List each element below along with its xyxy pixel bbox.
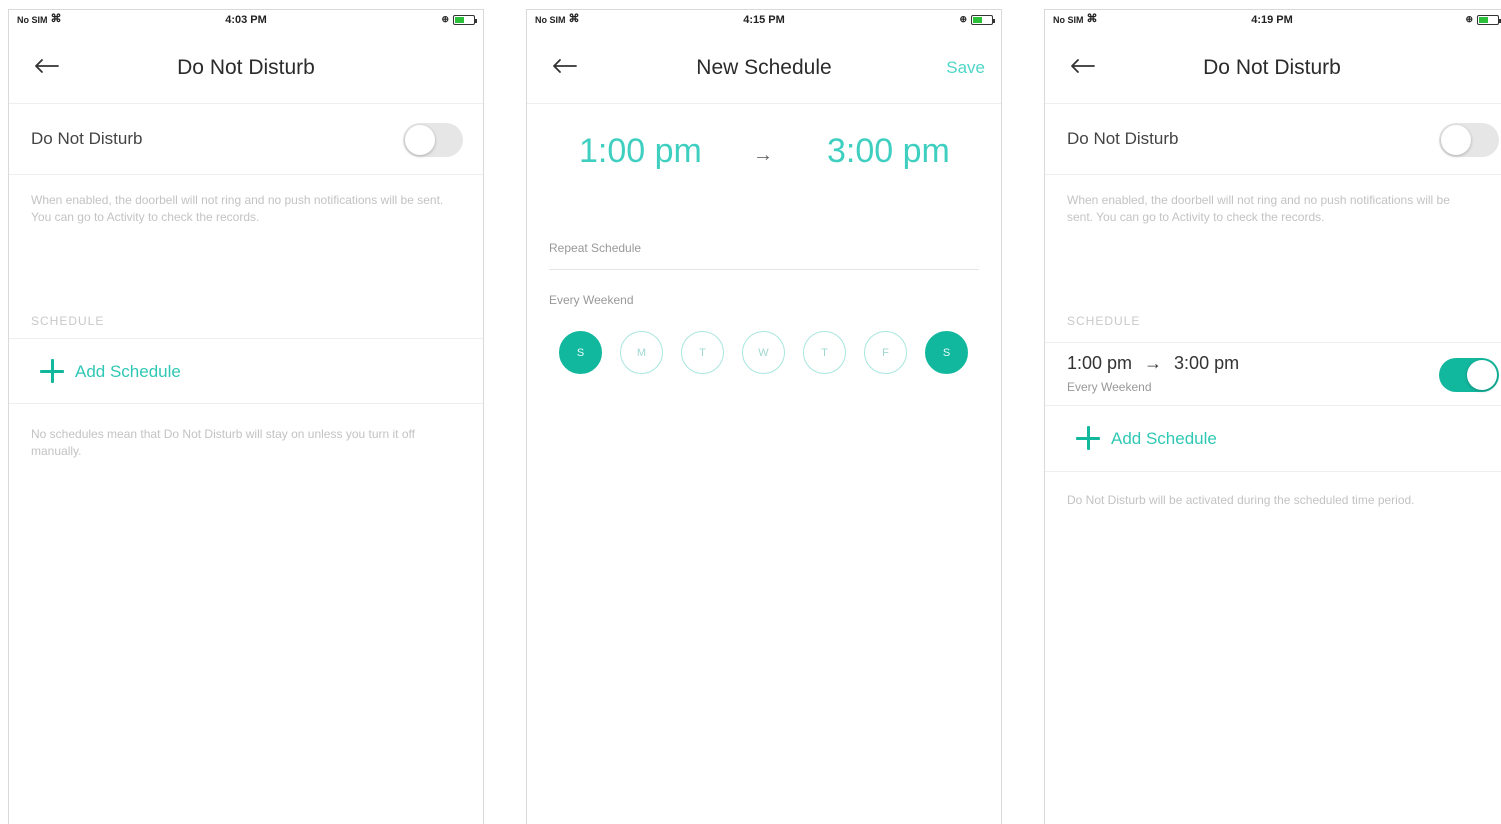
- status-bar: No SIM ⌘ 4:19 PM ⊕: [1045, 10, 1501, 32]
- dnd-description: When enabled, the doorbell will not ring…: [1067, 193, 1450, 224]
- day-saturday[interactable]: S: [925, 331, 968, 374]
- schedule-toggle[interactable]: [1439, 358, 1499, 392]
- add-schedule-label: Add Schedule: [1111, 429, 1217, 448]
- location-icon: ⊕: [959, 14, 967, 24]
- page-title: Do Not Disturb: [1203, 56, 1341, 79]
- schedule-start-time: 1:00 pm: [1067, 353, 1133, 373]
- schedule-footer-note: Do Not Disturb will be activated during …: [1067, 493, 1415, 507]
- dnd-row: Do Not Disturb: [9, 105, 483, 175]
- status-time: 4:19 PM: [1251, 14, 1293, 26]
- location-icon: ⊕: [1465, 14, 1473, 24]
- save-button[interactable]: Save: [946, 58, 985, 78]
- nav-bar: Do Not Disturb: [9, 32, 483, 104]
- divider: [549, 269, 979, 270]
- plus-icon: [39, 358, 65, 384]
- schedule-footer-note: No schedules mean that Do Not Disturb wi…: [31, 427, 415, 458]
- status-time: 4:03 PM: [225, 14, 267, 26]
- schedule-end-time: 3:00 pm: [1174, 353, 1240, 373]
- screen-do-not-disturb-empty: No SIM ⌘ 4:03 PM ⊕ Do Not Disturb Do Not…: [8, 9, 484, 824]
- arrow-right-icon: →: [1144, 353, 1163, 373]
- day-wednesday[interactable]: W: [742, 331, 785, 374]
- page-title: Do Not Disturb: [177, 56, 315, 79]
- repeat-schedule-label: Repeat Schedule: [549, 241, 642, 255]
- screen-do-not-disturb-scheduled: No SIM ⌘ 4:19 PM ⊕ Do Not Disturb Do Not…: [1044, 9, 1501, 824]
- add-schedule-button[interactable]: Add Schedule: [1045, 406, 1501, 472]
- dnd-toggle[interactable]: [403, 123, 463, 157]
- start-time[interactable]: 1:00 pm: [579, 132, 702, 171]
- battery-icon: [971, 14, 995, 25]
- dnd-row: Do Not Disturb: [1045, 105, 1501, 175]
- day-friday[interactable]: F: [864, 331, 907, 374]
- day-tuesday[interactable]: T: [681, 331, 724, 374]
- dnd-toggle[interactable]: [1439, 123, 1499, 157]
- dnd-label: Do Not Disturb: [31, 129, 143, 148]
- battery-icon: [1477, 14, 1501, 25]
- screen-new-schedule: No SIM ⌘ 4:15 PM ⊕ New Schedule Save 1:0…: [526, 9, 1002, 824]
- nav-bar: Do Not Disturb: [1045, 32, 1501, 104]
- status-bar: No SIM ⌘ 4:03 PM ⊕: [9, 10, 483, 32]
- schedule-item[interactable]: 1:00 pm → 3:00 pm Every Weekend: [1045, 342, 1501, 406]
- status-bar: No SIM ⌘ 4:15 PM ⊕: [527, 10, 1001, 32]
- repeat-value: Every Weekend: [549, 293, 634, 307]
- add-schedule-button[interactable]: Add Schedule: [9, 338, 483, 404]
- status-time: 4:15 PM: [743, 14, 785, 26]
- add-schedule-label: Add Schedule: [75, 362, 181, 381]
- nav-bar: New Schedule Save: [527, 32, 1001, 104]
- dnd-label: Do Not Disturb: [1067, 129, 1179, 148]
- page-title: New Schedule: [696, 56, 832, 79]
- schedule-repeat: Every Weekend: [1067, 380, 1152, 394]
- schedule-header: SCHEDULE: [31, 314, 105, 328]
- day-monday[interactable]: M: [620, 331, 663, 374]
- day-selector: S M T W T F S: [559, 331, 968, 374]
- dnd-description: When enabled, the doorbell will not ring…: [31, 193, 444, 224]
- plus-icon: [1075, 425, 1101, 451]
- schedule-header: SCHEDULE: [1067, 314, 1141, 328]
- day-sunday[interactable]: S: [559, 331, 602, 374]
- day-thursday[interactable]: T: [803, 331, 846, 374]
- location-icon: ⊕: [441, 14, 449, 24]
- arrow-right-icon: →: [753, 144, 773, 166]
- battery-icon: [453, 14, 477, 25]
- end-time[interactable]: 3:00 pm: [827, 132, 950, 171]
